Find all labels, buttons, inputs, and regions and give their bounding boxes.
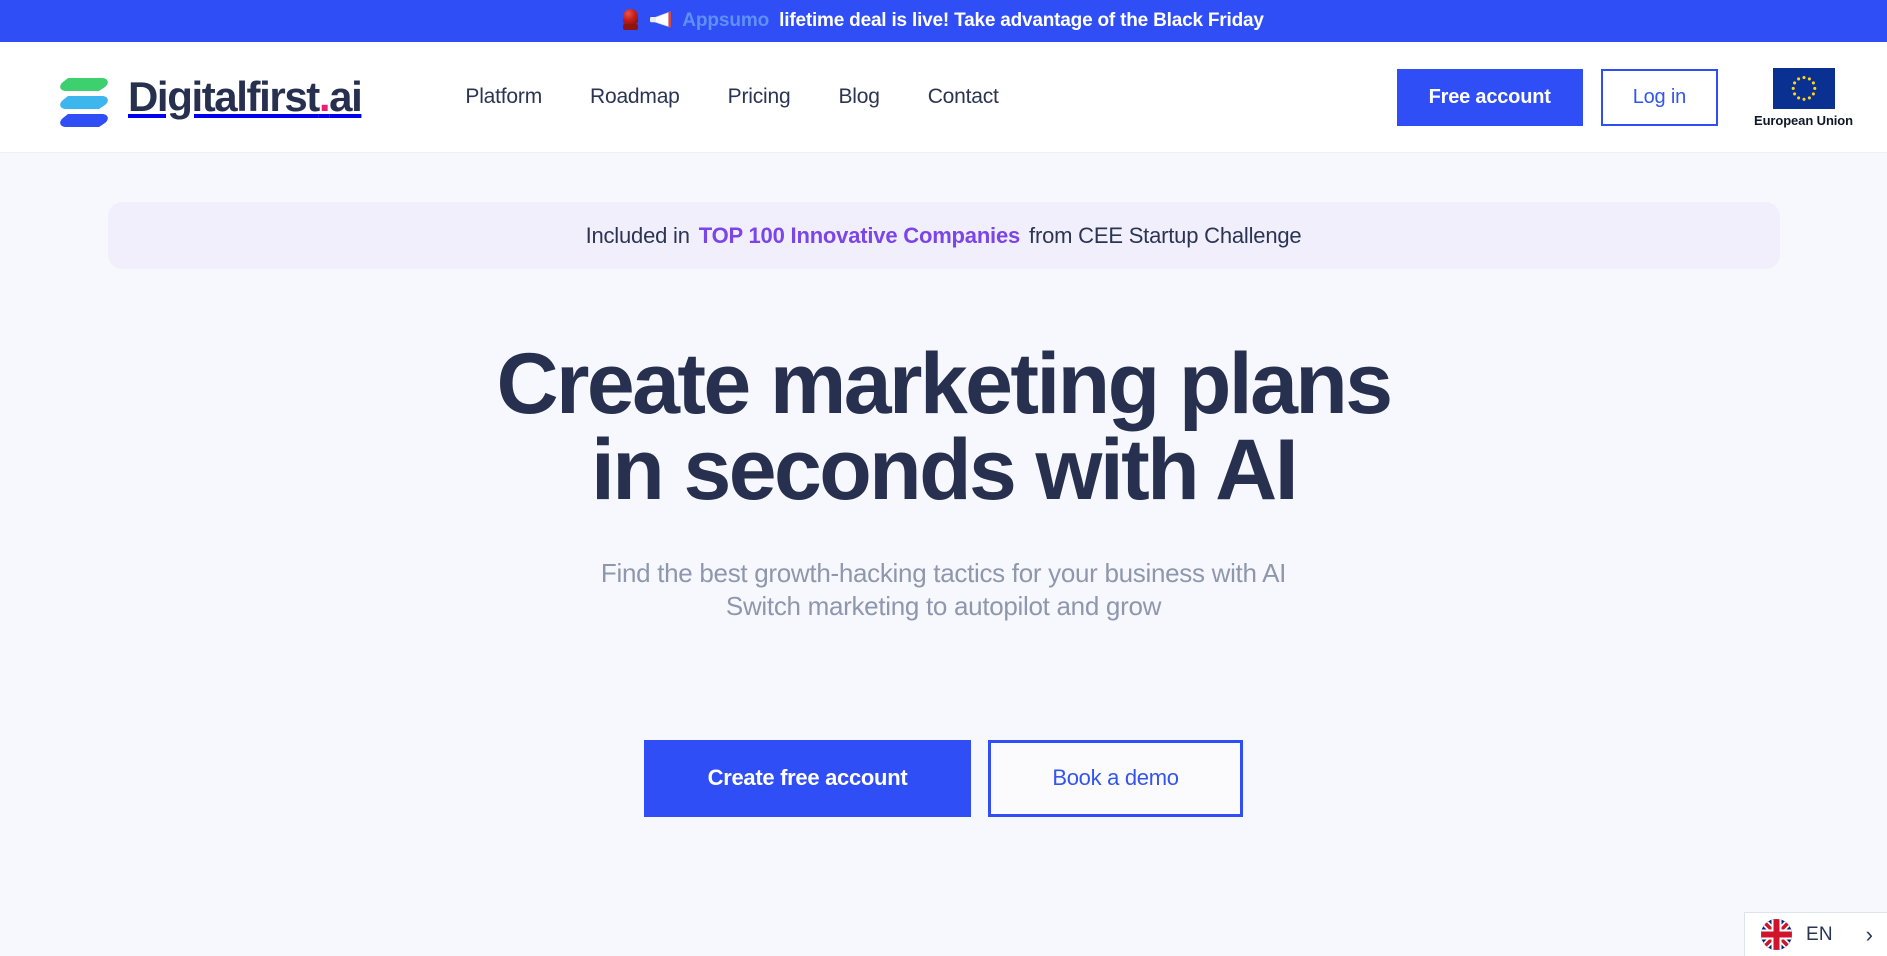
brand-suffix: ai xyxy=(329,73,363,120)
hero-title: Create marketing plans in seconds with A… xyxy=(0,341,1887,513)
european-union-badge[interactable]: European Union xyxy=(1754,67,1853,128)
award-highlight-link[interactable]: TOP 100 Innovative Companies xyxy=(699,223,1020,249)
language-switcher[interactable]: EN › xyxy=(1744,912,1887,956)
nav-link-pricing[interactable]: Pricing xyxy=(728,85,791,109)
hero-subtitle-line-1: Find the best growth-hacking tactics for… xyxy=(600,558,1287,588)
hero-title-line-2: in seconds with AI xyxy=(591,422,1299,518)
create-free-account-button[interactable]: Create free account xyxy=(644,739,971,817)
promo-banner[interactable]: Appsumo lifetime deal is live! Take adva… xyxy=(0,0,1887,42)
main-navigation: Platform Roadmap Pricing Blog Contact xyxy=(465,85,998,109)
award-banner: Included in TOP 100 Innovative Companies… xyxy=(107,202,1780,269)
nav-link-blog[interactable]: Blog xyxy=(838,85,879,109)
brand-name: Digitalfirst.ai xyxy=(128,73,363,121)
brand-dot: . xyxy=(318,73,331,120)
hero-cta-group: Create free account Book a demo xyxy=(0,739,1887,817)
eu-badge-caption: European Union xyxy=(1754,112,1853,128)
language-code: EN xyxy=(1806,923,1833,945)
login-button[interactable]: Log in xyxy=(1600,69,1718,126)
header-actions: Free account Log in European Union xyxy=(1396,42,1887,153)
book-a-demo-button[interactable]: Book a demo xyxy=(988,739,1243,817)
award-prefix: Included in xyxy=(585,222,690,248)
hero-subtitle-line-2: Switch marketing to autopilot and grow xyxy=(725,591,1162,622)
nav-link-platform[interactable]: Platform xyxy=(465,85,542,109)
award-suffix: from CEE Startup Challenge xyxy=(1029,222,1302,248)
promo-message: lifetime deal is live! Take advantage of… xyxy=(779,10,1264,31)
megaphone-icon xyxy=(648,10,672,32)
promo-brand-appsumo[interactable]: Appsumo xyxy=(682,10,769,32)
chevron-right-icon[interactable]: › xyxy=(1866,923,1873,946)
logo-home-link[interactable]: Digitalfirst.ai xyxy=(58,66,363,128)
uk-flag-icon xyxy=(1761,919,1792,950)
hero-section: Included in TOP 100 Innovative Companies… xyxy=(0,153,1887,956)
brand-word: Digitalfirst xyxy=(128,73,320,120)
digitalfirst-logo-icon xyxy=(58,66,114,128)
nav-link-contact[interactable]: Contact xyxy=(928,85,999,109)
hero-subtitle: Find the best growth-hacking tactics for… xyxy=(0,557,1887,624)
site-header: Digitalfirst.ai Platform Roadmap Pricing… xyxy=(0,42,1887,153)
siren-icon xyxy=(623,8,639,34)
free-account-button[interactable]: Free account xyxy=(1396,69,1583,126)
eu-flag-icon xyxy=(1772,67,1835,109)
nav-link-roadmap[interactable]: Roadmap xyxy=(590,85,680,109)
hero-title-line-1: Create marketing plans xyxy=(496,336,1394,432)
